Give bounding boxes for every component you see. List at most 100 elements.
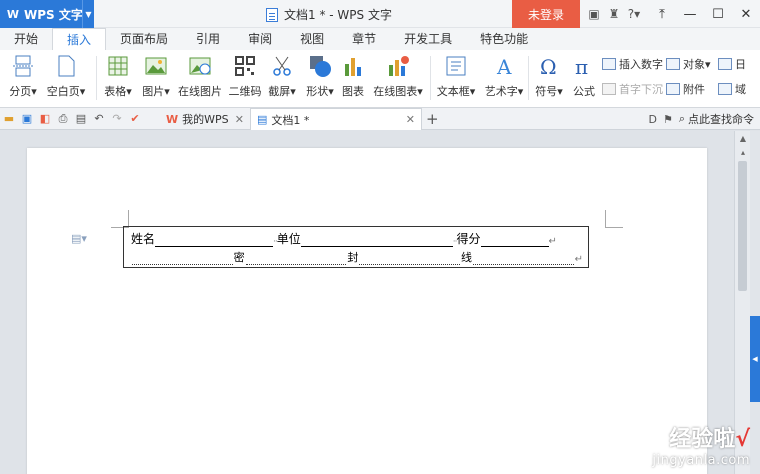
calendar-icon (718, 58, 732, 70)
save-icon[interactable]: ▣ (18, 108, 36, 130)
redo-icon[interactable]: ↷ (108, 108, 126, 130)
blank-page-icon (54, 54, 78, 78)
window-controls: ⤒ — ☐ ✕ (648, 0, 760, 28)
qrcode-label: 二维码 (228, 85, 262, 98)
app-menu-button[interactable]: W WPS 文字 ▼ (0, 0, 94, 28)
date-label: 日 (735, 58, 746, 71)
text-direction-icon[interactable]: D (648, 113, 656, 126)
unit-blank (300, 235, 453, 247)
name-label: 姓名 (131, 232, 156, 246)
scrollbar-thumb[interactable] (738, 161, 747, 291)
task-pane-toggle[interactable]: ◀ (750, 316, 760, 402)
insert-number-label: 插入数字 (619, 58, 663, 71)
tab-insert[interactable]: 插入 (52, 28, 107, 50)
blank-page-button[interactable]: 空白页▾ (44, 54, 88, 99)
dotted-line (472, 256, 574, 265)
scroll-top-icon[interactable]: ▲ (735, 131, 751, 145)
login-button[interactable]: 未登录 (512, 0, 580, 28)
field-button[interactable]: 域 (718, 81, 746, 97)
symbol-button[interactable]: Ω 符号▾ (532, 54, 566, 99)
page-break-icon (11, 54, 35, 78)
flag-icon[interactable]: ⚑ (663, 113, 673, 126)
insert-number-button[interactable]: 插入数字 (602, 56, 663, 72)
tab-view[interactable]: 视图 (286, 28, 338, 50)
drop-cap-icon (602, 83, 616, 95)
tab-document[interactable]: ▤ 文档1 * ✕ (250, 108, 422, 130)
seal-line-textbox[interactable]: 姓名 ·· 单位 ·· 得分 ↵ 密 封 线 ↵ (123, 226, 589, 268)
tab-my-wps-label: 我的WPS (182, 113, 229, 126)
document-page[interactable]: ▤▾ 姓名 ·· 单位 ·· 得分 ↵ 密 封 线 ↵ (27, 148, 707, 474)
shape-icon (308, 54, 332, 78)
textbox-label: 文本框 (436, 85, 470, 98)
new-tab-icon[interactable]: + (426, 110, 439, 128)
formula-label: 公式 (573, 85, 595, 98)
shirt-icon[interactable]: ♜ (604, 0, 624, 28)
picture-button[interactable]: 图片▾ (140, 54, 172, 99)
screenshot-button[interactable]: 截屏▾ (266, 54, 298, 99)
online-picture-label: 在线图片 (178, 85, 222, 98)
score-blank (480, 235, 549, 247)
wordart-label: 艺术字 (484, 85, 518, 98)
close-tab-icon[interactable]: ✕ (235, 113, 244, 126)
tab-features[interactable]: 特色功能 (466, 28, 542, 50)
app-name: WPS 文字 (24, 7, 83, 22)
table-button[interactable]: 表格▾ (102, 54, 134, 99)
maximize-button[interactable]: ☐ (704, 0, 732, 28)
wordart-button[interactable]: A 艺术字▾ (484, 54, 524, 99)
window-title-text: 文档1 * - WPS 文字 (284, 8, 392, 22)
online-chart-label: 在线图表 (373, 85, 418, 98)
attachment-label: 附件 (683, 83, 705, 96)
print-icon[interactable]: ⎙ (54, 108, 72, 130)
tab-page-layout[interactable]: 页面布局 (106, 28, 182, 50)
tab-my-wps[interactable]: W 我的WPS ✕ (160, 108, 250, 130)
seal-char-mi: 密 (233, 251, 245, 264)
dotted-line (132, 256, 233, 265)
open-folder-icon[interactable]: ▬ (0, 108, 18, 130)
qrcode-button[interactable]: 二维码 (228, 54, 262, 99)
tab-document-label: 文档1 * (271, 113, 310, 127)
watermark: 经验啦√ jingyanla.com (652, 421, 750, 468)
pin-icon[interactable]: ✔ (126, 108, 144, 130)
close-button[interactable]: ✕ (732, 0, 760, 28)
undo-icon[interactable]: ↶ (90, 108, 108, 130)
table-icon (106, 54, 130, 78)
scroll-up-icon[interactable]: ▴ (735, 145, 751, 159)
window-title: 文档1 * - WPS 文字 (266, 6, 392, 23)
minimize-button[interactable]: — (676, 0, 704, 28)
seal-line-row: 密 封 线 ↵ (131, 249, 583, 265)
online-picture-button[interactable]: 在线图片 (178, 54, 222, 99)
tab-home[interactable]: 开始 (0, 28, 52, 50)
print-preview-icon[interactable]: ▤ (72, 108, 90, 130)
chart-label: 图表 (342, 85, 364, 98)
score-label: 得分 (456, 232, 481, 246)
formula-button[interactable]: π 公式 (570, 54, 598, 99)
attachment-button[interactable]: 附件 (666, 81, 705, 97)
attachment-icon (666, 83, 680, 95)
chart-button[interactable]: 图表 (340, 54, 366, 99)
drop-cap-button[interactable]: 首字下沉 (602, 81, 663, 97)
page-break-button[interactable]: 分页▾ (6, 54, 40, 99)
shape-button[interactable]: 形状▾ (304, 54, 336, 99)
command-search[interactable]: D ⚑ ⌕ 点此查找命令 (648, 108, 754, 130)
paragraph-handle-icon[interactable]: ▤▾ (71, 232, 87, 245)
online-chart-button[interactable]: 在线图表▾ (372, 54, 424, 99)
help-icon[interactable]: ?▾ (624, 0, 644, 28)
app-menu-caret-icon[interactable]: ▼ (82, 0, 94, 28)
omega-icon: Ω (537, 54, 561, 79)
paragraph-mark-icon: ↵ (548, 236, 557, 247)
skin-icon[interactable]: ▣ (584, 0, 604, 28)
tab-developer[interactable]: 开发工具 (390, 28, 466, 50)
object-button[interactable]: 对象 ▾ (666, 56, 711, 72)
date-button[interactable]: 日 (718, 56, 746, 72)
restore-ribbon-icon[interactable]: ⤒ (648, 0, 676, 28)
field-icon (718, 83, 732, 95)
tab-references[interactable]: 引用 (182, 28, 234, 50)
tab-review[interactable]: 审阅 (234, 28, 286, 50)
textbox-button[interactable]: 文本框▾ (434, 54, 478, 99)
quick-access-bar: ▬ ▣ ◧ ⎙ ▤ ↶ ↷ ✔ W 我的WPS ✕ ▤ 文档1 * ✕ + D … (0, 108, 760, 130)
close-tab-icon[interactable]: ✕ (406, 113, 415, 126)
document-tab-icon: ▤ (257, 113, 268, 126)
wps-logo-icon: W (6, 7, 20, 21)
export-pdf-icon[interactable]: ◧ (36, 108, 54, 130)
tab-section[interactable]: 章节 (338, 28, 390, 50)
